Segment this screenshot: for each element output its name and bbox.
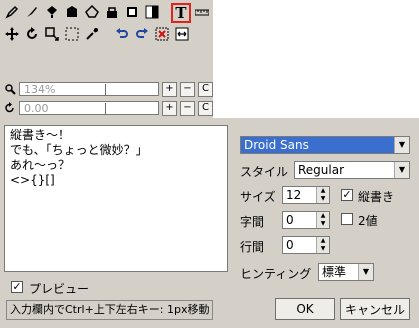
ok-button[interactable]: OK (275, 298, 335, 320)
spin-down-icon[interactable]: ▼ (317, 195, 329, 203)
font-family-value: Droid Sans (244, 138, 309, 152)
size-value: 12 (286, 188, 302, 202)
spin-down-icon[interactable]: ▼ (317, 220, 329, 228)
status-hint: 入力欄内でCtrl+上下左右キー: 1px移動 (6, 300, 214, 320)
rotation-reset-button[interactable]: C (198, 100, 213, 116)
rotation-minus-button[interactable]: − (180, 100, 195, 116)
chevron-down-icon: ▼ (394, 162, 409, 178)
select-icon[interactable] (123, 3, 141, 21)
ruler-icon[interactable] (193, 3, 211, 21)
contrast-icon[interactable] (143, 3, 161, 21)
eyedropper-icon[interactable] (83, 25, 101, 43)
text-line: 縦書き～！ (10, 128, 71, 142)
binary-checkbox[interactable] (341, 213, 353, 225)
scale-value: 134% (24, 83, 56, 96)
pen-icon[interactable] (3, 3, 21, 21)
size-label: サイズ (240, 190, 276, 204)
scale-field[interactable]: 134% (19, 82, 159, 96)
resize-icon[interactable] (43, 25, 61, 43)
text-line: あれ～っ？ (10, 158, 71, 172)
chevron-down-icon: ▼ (358, 264, 373, 280)
font-family-select[interactable]: Droid Sans ▼ (240, 136, 410, 154)
magnifier-icon (5, 84, 16, 95)
flip-icon[interactable] (173, 25, 191, 43)
spin-up-icon[interactable]: ▲ (317, 237, 329, 245)
vertical-checkbox[interactable]: ✓ (341, 189, 353, 201)
preview-checkbox[interactable]: ✓ (11, 281, 23, 293)
hinting-value: 標準 (322, 265, 347, 279)
text-line: でも、「ちょっと微妙？」 (10, 143, 148, 157)
preview-label: プレビュー (29, 282, 90, 296)
spin-up-icon[interactable]: ▲ (317, 187, 329, 195)
scale-plus-button[interactable]: + (162, 81, 177, 97)
lock-icon[interactable] (103, 3, 121, 21)
line-spacing-value: 0 (286, 238, 294, 252)
rotation-slider-handle[interactable] (105, 103, 106, 115)
binary-label: 2値 (358, 214, 378, 228)
text-line: <>{}[] (10, 173, 55, 187)
text-input-area[interactable]: 縦書き～！ でも、「ちょっと微妙？」 あれ～っ？ <>{}[] (4, 125, 228, 272)
delete-icon[interactable] (153, 25, 171, 43)
style-value: Regular (298, 163, 345, 177)
style-select[interactable]: Regular ▼ (294, 161, 410, 179)
scale-slider-handle[interactable] (105, 84, 106, 96)
scale-row: 134% + − C (4, 81, 213, 97)
scale-reset-button[interactable]: C (198, 81, 213, 97)
rotation-value: 0.00 (24, 102, 49, 115)
size-spinner[interactable]: 12 ▲ ▼ (282, 186, 330, 204)
letter-spacing-label: 字間 (240, 215, 265, 229)
rotate-icon[interactable] (23, 25, 41, 43)
rotation-icon (5, 102, 14, 113)
line-spacing-spinner[interactable]: 0 ▲ ▼ (282, 236, 330, 254)
redo-icon[interactable] (133, 25, 151, 43)
hinting-label: ヒンティング (240, 267, 312, 281)
rotation-field[interactable]: 0.00 (19, 101, 159, 115)
rotation-plus-button[interactable]: + (162, 100, 177, 116)
text-tool-glyph: T (175, 4, 187, 22)
line-spacing-label: 行間 (240, 240, 265, 254)
letter-spacing-value: 0 (286, 213, 294, 227)
fill-icon[interactable] (43, 3, 61, 21)
marquee-icon[interactable] (63, 25, 81, 43)
brush-icon[interactable] (23, 3, 41, 21)
polygon-icon[interactable] (83, 3, 101, 21)
scale-minus-button[interactable]: − (180, 81, 195, 97)
tool-panel: T 134% + − C 0.00 + − C (0, 0, 213, 118)
rotation-row: 0.00 + − C (4, 100, 213, 116)
letter-spacing-spinner[interactable]: 0 ▲ ▼ (282, 211, 330, 229)
spin-down-icon[interactable]: ▼ (317, 245, 329, 253)
undo-icon[interactable] (113, 25, 131, 43)
spin-up-icon[interactable]: ▲ (317, 212, 329, 220)
text-tool-icon[interactable]: T (171, 3, 191, 23)
vertical-label: 縦書き (358, 190, 395, 204)
move-icon[interactable] (3, 25, 21, 43)
hinting-select[interactable]: 標準 ▼ (318, 263, 374, 281)
cancel-button[interactable]: キャンセル (340, 298, 410, 320)
shape-icon[interactable] (63, 3, 81, 21)
chevron-down-icon: ▼ (394, 137, 409, 153)
style-label: スタイル (240, 165, 289, 179)
